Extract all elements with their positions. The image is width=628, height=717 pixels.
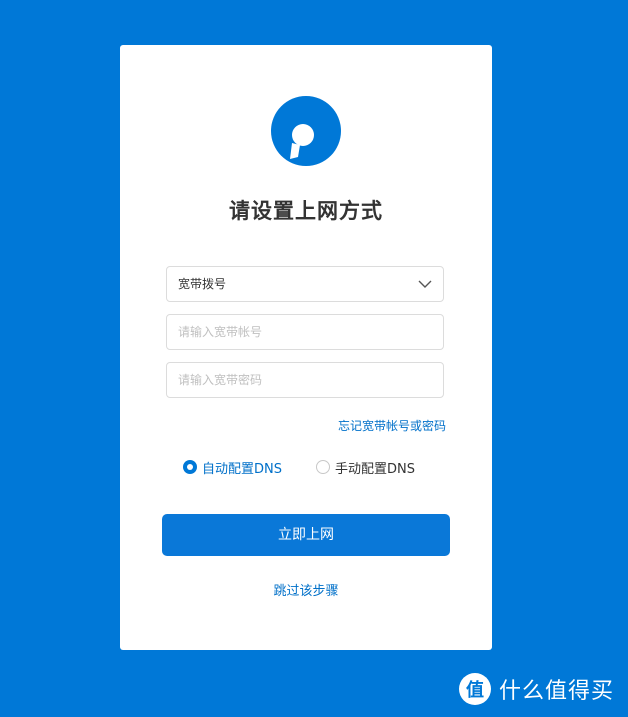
skip-step-link[interactable]: 跳过该步骤 bbox=[120, 580, 492, 599]
forgot-credentials-link[interactable]: 忘记宽带帐号或密码 bbox=[338, 417, 446, 434]
connection-type-value: 宽带拨号 bbox=[178, 277, 227, 291]
watermark: 值 什么值得买 bbox=[459, 671, 614, 707]
connection-type-select[interactable]: 宽带拨号 bbox=[166, 266, 444, 302]
dns-auto-label: 自动配置DNS bbox=[202, 461, 282, 477]
radio-checked-icon bbox=[183, 460, 197, 474]
dns-auto-option[interactable]: 自动配置DNS bbox=[183, 459, 282, 477]
dns-manual-option[interactable]: 手动配置DNS bbox=[316, 459, 415, 477]
radio-unchecked-icon bbox=[316, 460, 330, 474]
watermark-logo-icon: 值 bbox=[459, 673, 491, 705]
broadband-account-input[interactable] bbox=[166, 314, 444, 350]
page-title: 请设置上网方式 bbox=[229, 199, 383, 223]
brand-logo-icon bbox=[271, 96, 341, 166]
setup-card: 请设置上网方式 宽带拨号 忘记宽带帐号或密码 自动配置DNS 手动配置DNS 立… bbox=[120, 45, 492, 650]
broadband-password-input[interactable] bbox=[166, 362, 444, 398]
watermark-text: 什么值得买 bbox=[499, 679, 615, 704]
connect-now-button[interactable]: 立即上网 bbox=[162, 514, 450, 556]
dns-manual-label: 手动配置DNS bbox=[335, 461, 415, 477]
chevron-down-icon bbox=[418, 280, 432, 288]
